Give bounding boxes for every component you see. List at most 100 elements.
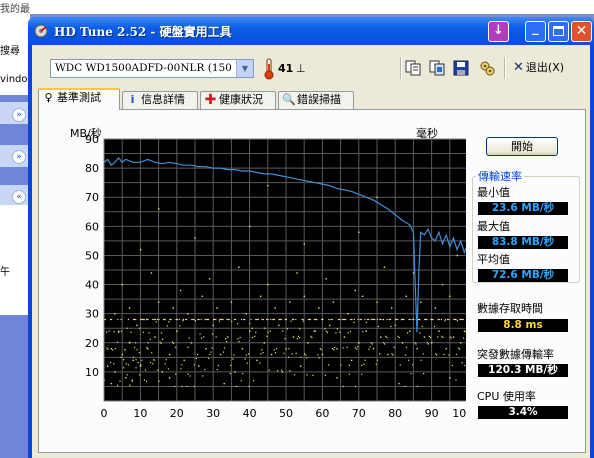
access-point — [193, 385, 195, 388]
access-point — [424, 318, 426, 321]
access-point — [212, 324, 214, 327]
tab-health[interactable]: ✚ 健康狀況 — [200, 91, 276, 109]
options-icon[interactable] — [478, 59, 496, 77]
access-point — [107, 348, 109, 350]
access-point — [240, 318, 243, 321]
access-point — [244, 358, 246, 360]
access-point — [434, 307, 437, 309]
access-point — [239, 336, 241, 339]
background-top-text: 我的最 — [0, 4, 30, 15]
chart-x-tick: 0 — [101, 407, 108, 420]
access-point — [437, 318, 439, 321]
chevron-down-icon[interactable]: » — [12, 108, 26, 122]
access-point — [412, 364, 414, 366]
save-icon[interactable] — [452, 59, 470, 77]
access-point — [311, 336, 313, 339]
chevron-up-icon[interactable]: « — [12, 190, 26, 204]
tab-info[interactable]: i 信息詳情 — [122, 91, 198, 109]
hdtune-download-icon[interactable]: ↓ — [488, 21, 509, 42]
copy-screenshot-icon[interactable] — [428, 59, 446, 77]
copy-text-icon[interactable] — [404, 59, 422, 77]
close-icon[interactable]: ✕ — [571, 21, 592, 42]
error-scan-icon: 🔍 — [282, 93, 296, 106]
access-point — [215, 318, 217, 321]
access-point — [260, 353, 262, 355]
access-point — [183, 359, 185, 362]
access-point — [412, 272, 415, 274]
access-point — [436, 354, 438, 356]
maximize-icon[interactable] — [548, 21, 569, 42]
access-point — [404, 354, 406, 356]
access-point — [132, 318, 135, 321]
access-point — [267, 318, 269, 321]
access-point — [116, 384, 119, 386]
access-point — [384, 343, 386, 345]
exit-button[interactable]: ✕ 退出(X) — [513, 59, 564, 79]
access-point — [300, 356, 302, 358]
access-point — [181, 385, 183, 388]
access-point — [125, 363, 127, 365]
access-point — [243, 318, 245, 321]
access-point — [324, 374, 326, 376]
access-point — [426, 318, 428, 321]
access-point — [189, 375, 191, 377]
access-point — [280, 318, 282, 321]
access-point — [119, 380, 121, 382]
close-icon: ✕ — [513, 60, 524, 75]
title-bar[interactable]: HD Tune 2.52 - 硬盤實用工具 ↓ _ ✕ — [28, 17, 594, 45]
access-point — [460, 318, 462, 321]
tab-label: 錯誤掃描 — [297, 93, 341, 106]
access-point — [108, 330, 110, 332]
access-point — [456, 254, 458, 257]
access-point — [393, 346, 395, 349]
access-point — [292, 336, 295, 338]
access-point — [204, 318, 206, 321]
access-point — [388, 318, 390, 321]
access-point — [457, 347, 460, 349]
hdtune-app-icon[interactable] — [34, 24, 48, 38]
tab-benchmark[interactable]: ♀ 基準測試 — [38, 88, 120, 110]
chart-x-tick: 50 — [279, 407, 293, 420]
tab-error-scan[interactable]: 🔍 錯誤掃描 — [278, 91, 354, 109]
access-point — [217, 364, 219, 367]
access-point — [216, 368, 218, 371]
access-point — [426, 342, 428, 344]
access-point — [454, 318, 456, 321]
access-point — [126, 327, 128, 329]
background-panel-body: 午 — [0, 205, 30, 315]
access-point — [120, 318, 122, 321]
access-point — [238, 341, 240, 343]
access-point — [211, 347, 213, 349]
access-point — [141, 359, 143, 361]
avg-value: 72.6 MB/秒 — [478, 269, 568, 282]
chevron-down-icon[interactable]: ▼ — [236, 60, 253, 77]
access-point — [176, 318, 178, 321]
avg-label: 平均值 — [477, 253, 510, 266]
health-icon: ✚ — [204, 92, 217, 108]
access-point — [332, 301, 335, 303]
access-point — [443, 353, 445, 356]
minimize-icon[interactable]: _ — [525, 21, 546, 42]
drive-select[interactable]: WDC WD1500ADFD-00NLR (150 GB) ▼ — [50, 59, 254, 78]
access-point — [263, 342, 265, 344]
access-point — [270, 353, 273, 356]
access-point — [227, 318, 229, 321]
access-point — [441, 283, 444, 286]
access-point — [238, 266, 240, 268]
chart-x-tick: 40 — [243, 407, 257, 420]
chevron-down-icon[interactable]: » — [12, 150, 26, 164]
access-point — [164, 363, 166, 365]
access-point — [261, 318, 263, 321]
access-point — [141, 318, 143, 321]
access-point — [236, 322, 239, 325]
access-point — [401, 342, 404, 344]
access-point — [353, 318, 356, 321]
chart-x-tick: 10 — [133, 407, 147, 420]
start-button[interactable]: 開始 — [486, 137, 558, 156]
access-point — [361, 373, 363, 375]
burst-rate-label: 突發數據傳輸率 — [477, 348, 554, 361]
access-point — [325, 330, 328, 332]
background-search-label[interactable]: 搜尋 — [0, 42, 20, 57]
access-point — [368, 318, 370, 321]
access-point — [302, 320, 305, 322]
